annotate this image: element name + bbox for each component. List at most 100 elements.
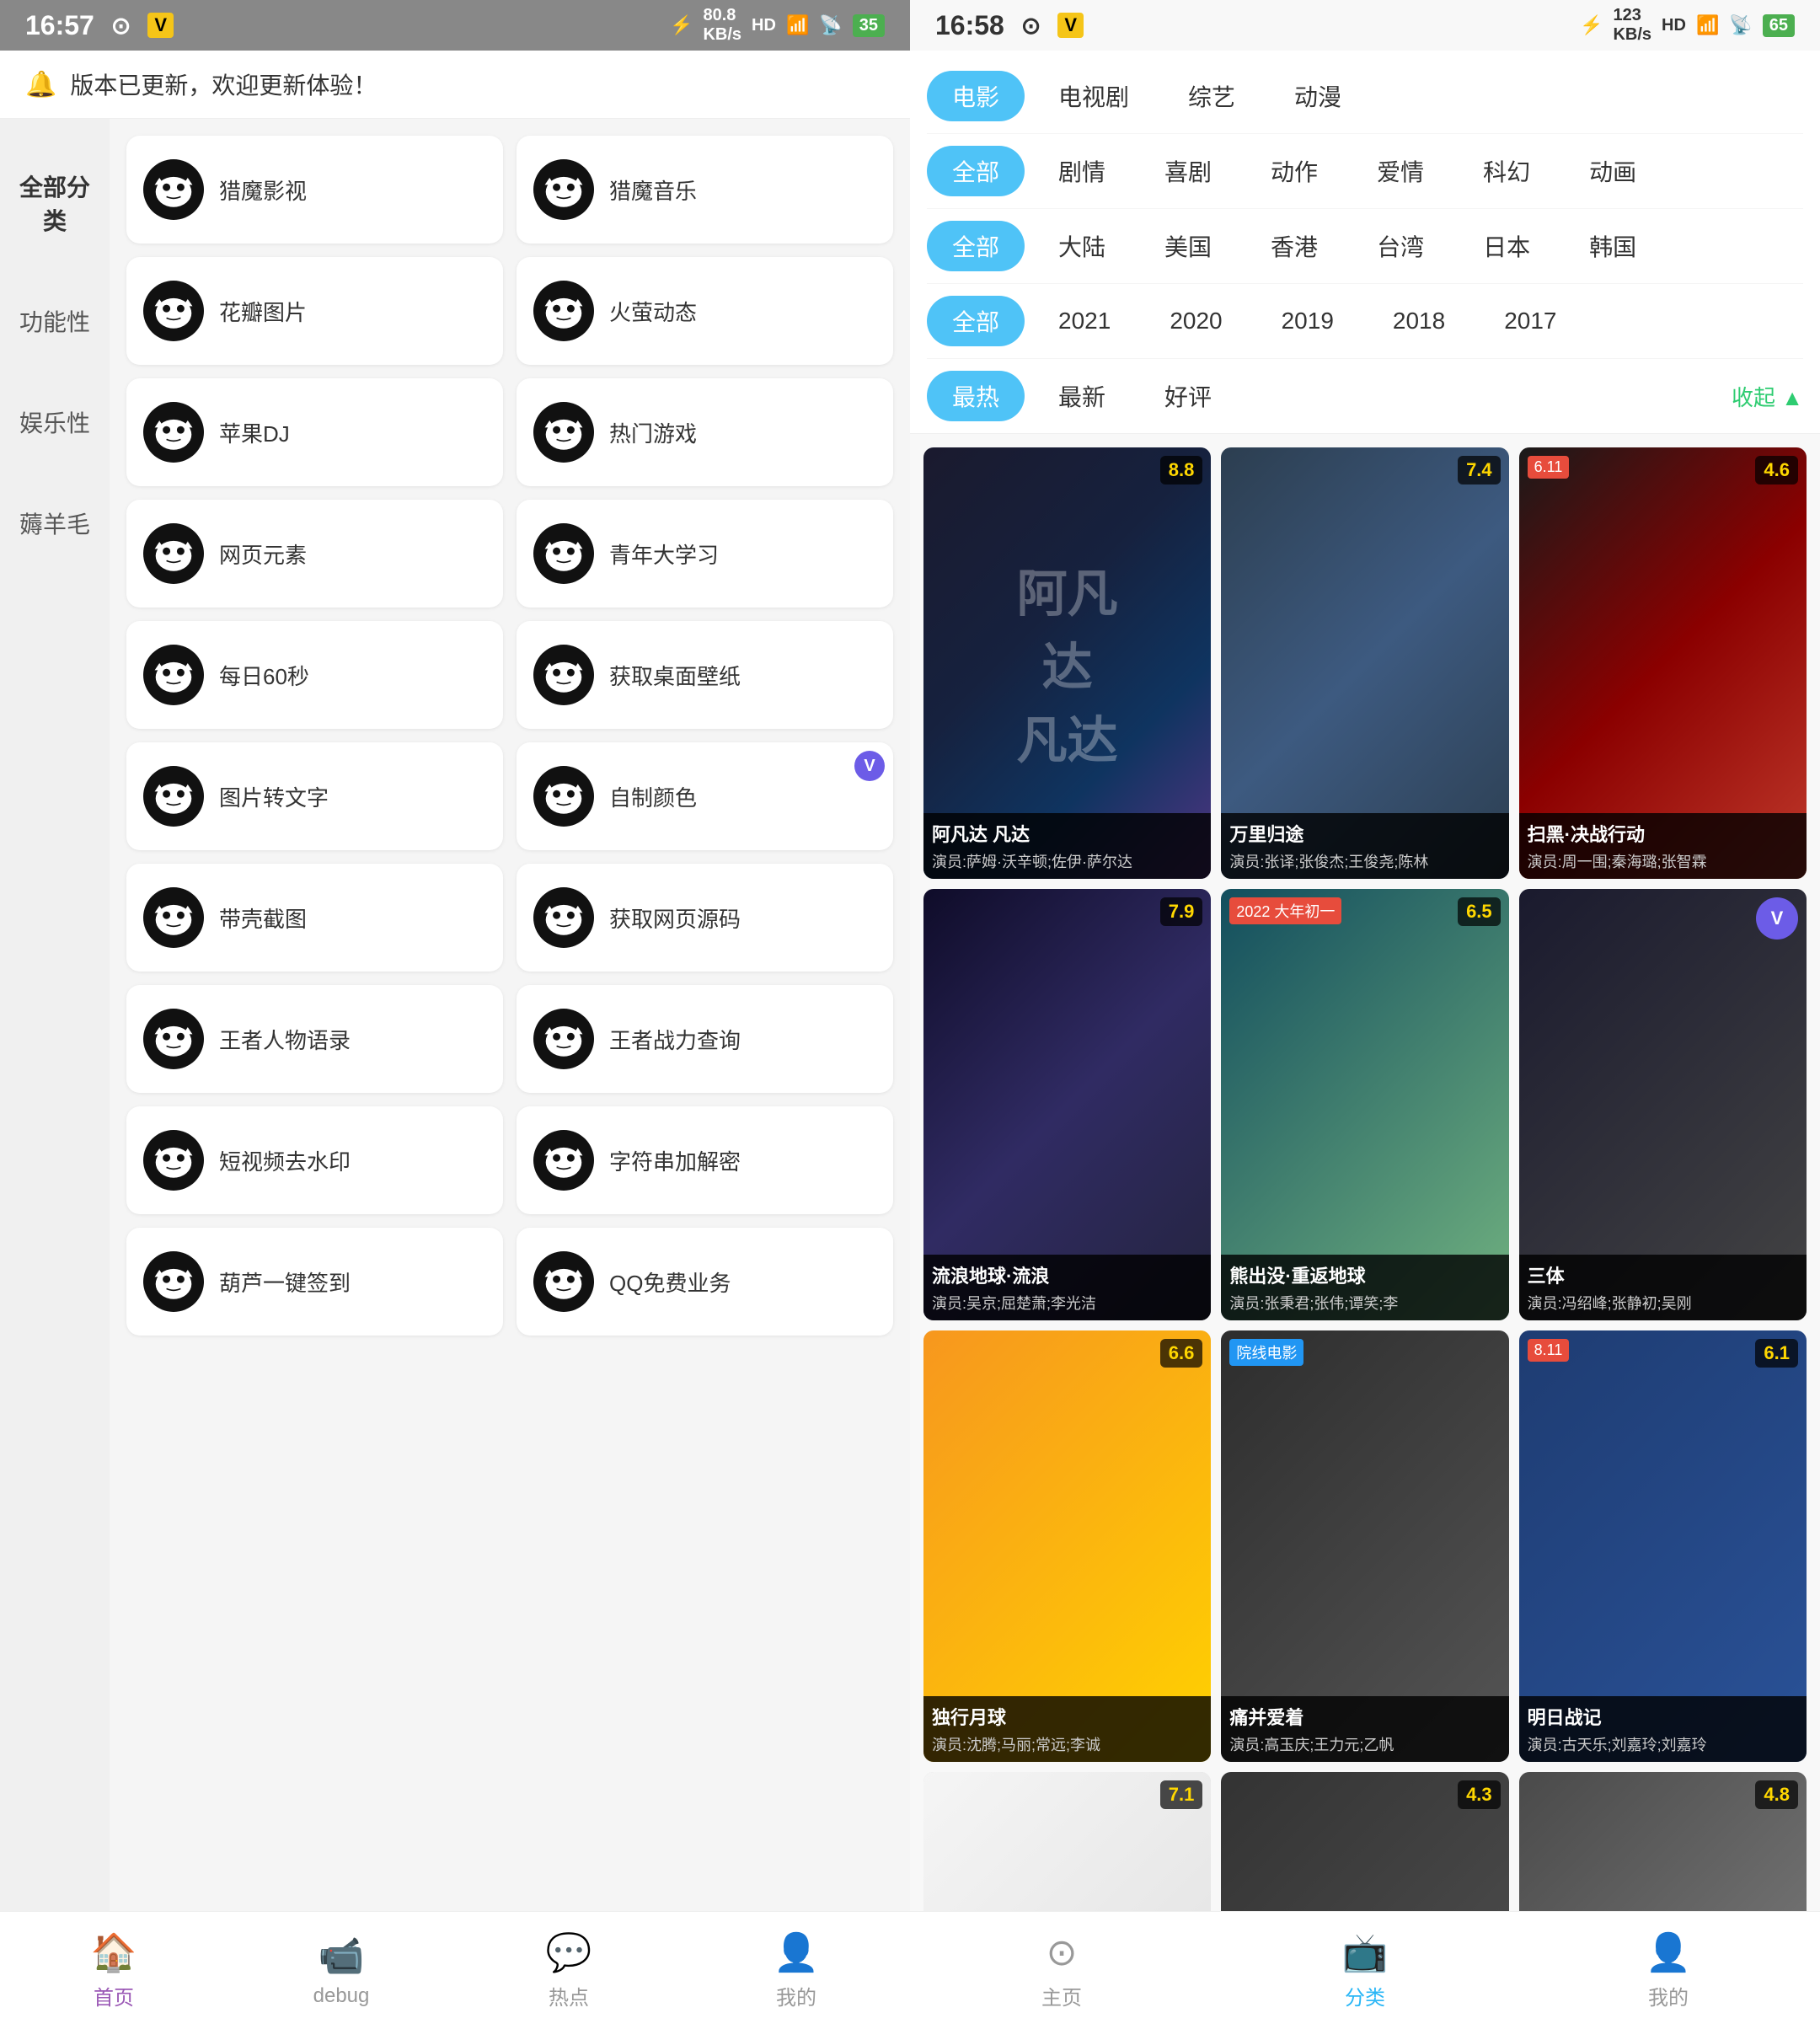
app-icon-huoying	[533, 281, 594, 341]
filter-chip-mainland[interactable]: 大陆	[1033, 221, 1131, 271]
movie-cast-tong: 演员:高玉庆;王力元;乙帆	[1229, 1733, 1500, 1755]
movie-rating-gehao: 4.8	[1755, 1780, 1798, 1809]
app-name-hotgame: 热门游戏	[609, 417, 697, 448]
app-card-qqfree[interactable]: QQ免费业务	[517, 1228, 893, 1336]
status-icon-v: V	[147, 13, 174, 38]
filter-chip-comedy[interactable]: 喜剧	[1139, 146, 1237, 196]
movie-info-bear: 熊出没·重返地球 演员:张秉君;张伟;谭笑;李	[1221, 1255, 1508, 1320]
wifi-icon-right: 📡	[1729, 14, 1752, 36]
movie-title-avatar: 阿凡达 凡达	[932, 820, 1202, 847]
filter-chip-2020[interactable]: 2020	[1144, 299, 1247, 343]
filter-chip-scifi[interactable]: 科幻	[1458, 146, 1555, 196]
filter-chip-movie[interactable]: 电影	[927, 71, 1025, 121]
v-badge: V	[854, 751, 885, 781]
app-card-watermark[interactable]: 短视频去水印	[126, 1106, 503, 1214]
movie-card-minri[interactable]: 8.11 6.1 明日战记 演员:古天乐;刘嘉玲;刘嘉玲	[1519, 1330, 1807, 1762]
sidebar-item-func[interactable]: 功能性	[0, 270, 110, 372]
app-card-hulusign[interactable]: 葫芦一键签到	[126, 1228, 503, 1336]
bottom-nav-label-category: 分类	[1345, 1981, 1385, 2010]
filter-chip-anime[interactable]: 动漫	[1269, 71, 1367, 121]
filter-chip-animation[interactable]: 动画	[1564, 146, 1662, 196]
status-icons-left: ⚡ 80.8KB/s HD 📶 📡 35	[670, 6, 885, 45]
signal-icon-right: 📶	[1696, 14, 1719, 36]
movie-card-saohei[interactable]: 6.11 4.6 扫黑·决战行动 演员:周一围;秦海璐;张智霖	[1519, 447, 1807, 879]
movie-card-duxing[interactable]: 6.6 独行月球 演员:沈腾;马丽;常远;李诚	[923, 1330, 1211, 1762]
bottom-nav-home-right[interactable]: ⊙ 主页	[910, 1912, 1213, 2029]
filter-chip-hot[interactable]: 最热	[927, 371, 1025, 421]
app-card-hotgame[interactable]: 热门游戏	[517, 378, 893, 486]
app-card-screenshot[interactable]: 带壳截图	[126, 864, 503, 972]
movie-rating-avatar: 8.8	[1160, 456, 1203, 484]
filter-chip-2019[interactable]: 2019	[1256, 299, 1359, 343]
app-card-ocr[interactable]: 图片转文字	[126, 742, 503, 850]
app-card-wallpaper[interactable]: 获取桌面壁纸	[517, 621, 893, 729]
movie-card-wandering[interactable]: 7.9 流浪地球·流浪 演员:吴京;屈楚萧;李光洁	[923, 889, 1211, 1320]
filter-chip-all-region[interactable]: 全部	[927, 221, 1025, 271]
app-card-youth[interactable]: 青年大学习	[517, 500, 893, 608]
sidebar-item-wool[interactable]: 薅羊毛	[0, 473, 110, 574]
filter-chip-tv[interactable]: 电视剧	[1033, 71, 1154, 121]
app-card-encode[interactable]: 字符串加解密	[517, 1106, 893, 1214]
movie-card-unknown[interactable]: 4.3	[1221, 1772, 1508, 1911]
app-icon-wzquote	[143, 1009, 204, 1069]
app-card-daily60[interactable]: 每日60秒	[126, 621, 503, 729]
filter-chip-action[interactable]: 动作	[1245, 146, 1343, 196]
filter-chip-usa[interactable]: 美国	[1139, 221, 1237, 271]
bottom-nav-hot[interactable]: 💬 热点	[455, 1912, 682, 2029]
movie-poster-avatar: 阿凡达凡达 8.8 阿凡达 凡达 演员:萨姆·沃辛顿;佐伊·萨尔达	[923, 447, 1211, 879]
filter-chip-all-genre[interactable]: 全部	[927, 146, 1025, 196]
filter-chip-variety[interactable]: 综艺	[1163, 71, 1261, 121]
movie-card-santi[interactable]: V 三体 演员:冯绍峰;张静初;吴刚	[1519, 889, 1807, 1320]
filter-chip-2021[interactable]: 2021	[1033, 299, 1136, 343]
app-card-webelem[interactable]: 网页元素	[126, 500, 503, 608]
movie-card-wanliguitu[interactable]: 7.4 万里归途 演员:张译;张俊杰;王俊尧;陈林	[1221, 447, 1508, 879]
movie-title-minri: 明日战记	[1528, 1703, 1798, 1730]
filter-chip-hk[interactable]: 香港	[1245, 221, 1343, 271]
app-card-appledj[interactable]: 苹果DJ	[126, 378, 503, 486]
filter-chip-2017[interactable]: 2017	[1479, 299, 1582, 343]
battery-right: 65	[1763, 14, 1795, 37]
filter-chip-new[interactable]: 最新	[1033, 371, 1131, 421]
bottom-nav-home-left[interactable]: 🏠 首页	[0, 1912, 228, 2029]
filter-chip-all-year[interactable]: 全部	[927, 296, 1025, 346]
bottom-nav-mine-left[interactable]: 👤 我的	[682, 1912, 910, 2029]
sidebar-item-entertainment[interactable]: 娱乐性	[0, 372, 110, 473]
movie-info-minri: 明日战记 演员:古天乐;刘嘉玲;刘嘉玲	[1519, 1696, 1807, 1762]
movie-card-tong[interactable]: 院线电影 痛并爱着 演员:高玉庆;王力元;乙帆	[1221, 1330, 1508, 1762]
filter-chip-romance[interactable]: 爱情	[1352, 146, 1449, 196]
filter-chip-japan[interactable]: 日本	[1458, 221, 1555, 271]
movie-card-minion[interactable]: 7.1 小黄人	[923, 1772, 1211, 1911]
movie-title-santi: 三体	[1528, 1261, 1798, 1288]
filter-chip-drama[interactable]: 剧情	[1033, 146, 1131, 196]
movie-info-avatar: 阿凡达 凡达 演员:萨姆·沃辛顿;佐伊·萨尔达	[923, 813, 1211, 879]
sidebar-item-all[interactable]: 全部分类	[0, 136, 110, 270]
movie-card-avatar[interactable]: 阿凡达凡达 8.8 阿凡达 凡达 演员:萨姆·沃辛顿;佐伊·萨尔达	[923, 447, 1211, 879]
app-card-lieying[interactable]: 猎魔影视	[126, 136, 503, 244]
collapse-button[interactable]: 收起 ▲	[1732, 381, 1803, 412]
filter-chip-good[interactable]: 好评	[1139, 371, 1237, 421]
bottom-nav-mine-right[interactable]: 👤 我的	[1517, 1912, 1820, 2029]
app-card-source[interactable]: 获取网页源码	[517, 864, 893, 972]
movie-card-bear[interactable]: 2022 大年初一 6.5 熊出没·重返地球 演员:张秉君;张伟;谭笑;李	[1221, 889, 1508, 1320]
movie-cast-minri: 演员:古天乐;刘嘉玲;刘嘉玲	[1528, 1733, 1798, 1755]
app-icon-qqfree	[533, 1251, 594, 1312]
app-name-color: 自制颜色	[609, 781, 697, 812]
app-card-wzquote[interactable]: 王者人物语录	[126, 985, 503, 1093]
notification-text: 版本已更新，欢迎更新体验！	[70, 67, 377, 101]
movie-info-wanli: 万里归途 演员:张译;张俊杰;王俊尧;陈林	[1221, 813, 1508, 879]
movie-card-gehao[interactable]: 4.8 哥，你好	[1519, 1772, 1807, 1911]
movie-cast-bear: 演员:张秉君;张伟;谭笑;李	[1229, 1292, 1500, 1314]
filter-chip-taiwan[interactable]: 台湾	[1352, 221, 1449, 271]
bottom-nav-debug[interactable]: 📹 debug	[228, 1912, 455, 2029]
app-name-ocr: 图片转文字	[219, 781, 329, 812]
filter-chip-korea[interactable]: 韩国	[1564, 221, 1662, 271]
app-card-lieyin[interactable]: 猎魔音乐	[517, 136, 893, 244]
app-card-color[interactable]: 自制颜色 V	[517, 742, 893, 850]
app-card-huoying[interactable]: 火萤动态	[517, 257, 893, 365]
app-card-huaban[interactable]: 花瓣图片	[126, 257, 503, 365]
app-name-screenshot: 带壳截图	[219, 902, 307, 934]
bottom-nav-left: 🏠 首页 📹 debug 💬 热点 👤 我的	[0, 1911, 910, 2029]
filter-chip-2018[interactable]: 2018	[1368, 299, 1470, 343]
bottom-nav-category[interactable]: 📺 分类	[1213, 1912, 1517, 2029]
app-card-wzpower[interactable]: 王者战力查询	[517, 985, 893, 1093]
